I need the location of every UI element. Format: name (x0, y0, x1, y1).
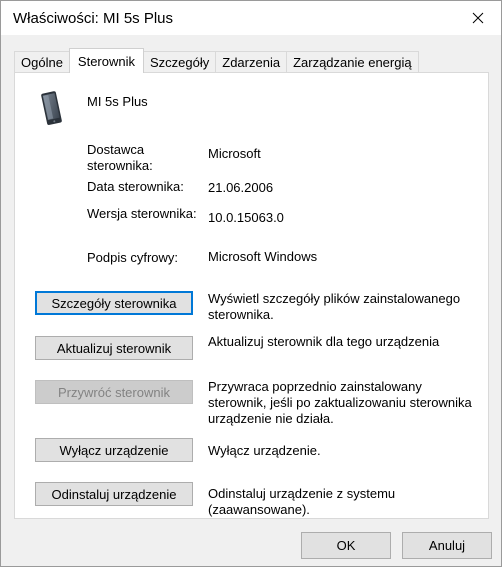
roll-back-driver-button[interactable]: Przywróć sterownik (35, 380, 193, 404)
disable-device-button[interactable]: Wyłącz urządzenie (35, 438, 193, 462)
properties-dialog: Właściwości: MI 5s Plus Ogólne Sterownik… (0, 0, 502, 567)
roll-back-driver-description: Przywraca poprzednio zainstalowany stero… (208, 379, 472, 426)
driver-provider-value: Microsoft (208, 146, 261, 161)
driver-details-description: Wyświetl szczegóły plików zainstalowaneg… (208, 291, 461, 322)
digital-signer-value: Microsoft Windows (208, 249, 318, 264)
tab-general[interactable]: Ogólne (14, 51, 70, 73)
uninstall-device-description: Odinstaluj urządzenie z systemu (zaawans… (208, 486, 396, 517)
uninstall-device-button[interactable]: Odinstaluj urządzenie (35, 482, 193, 506)
tab-strip: Ogólne Sterownik Szczegóły Zdarzenia Zar… (14, 48, 419, 73)
driver-version-label: Wersja sterownika: (87, 206, 197, 221)
ok-button[interactable]: OK (301, 532, 391, 559)
driver-version-value: 10.0.15063.0 (208, 210, 284, 225)
device-name: MI 5s Plus (87, 94, 148, 109)
close-icon (472, 12, 484, 24)
driver-details-button[interactable]: Szczegóły sterownika (35, 291, 193, 315)
disable-device-description: Wyłącz urządzenie. (208, 443, 321, 458)
close-button[interactable] (455, 1, 501, 35)
tab-power-management[interactable]: Zarządzanie energią (286, 51, 419, 73)
driver-date-label: Data sterownika: (87, 179, 184, 194)
driver-provider-label: Dostawca sterownika: (87, 142, 153, 173)
title-bar: Właściwości: MI 5s Plus (1, 1, 501, 35)
digital-signer-label: Podpis cyfrowy: (87, 250, 179, 265)
driver-date-value: 21.06.2006 (208, 180, 274, 195)
phone-device-icon (41, 91, 62, 125)
tab-driver[interactable]: Sterownik (68, 48, 144, 73)
update-driver-description: Aktualizuj sterownik dla tego urządzenia (208, 334, 440, 349)
tab-events[interactable]: Zdarzenia (215, 51, 288, 73)
tab-details[interactable]: Szczegóły (143, 51, 217, 73)
cancel-button[interactable]: Anuluj (402, 532, 492, 559)
update-driver-button[interactable]: Aktualizuj sterownik (35, 336, 193, 360)
window-title: Właściwości: MI 5s Plus (13, 10, 174, 27)
